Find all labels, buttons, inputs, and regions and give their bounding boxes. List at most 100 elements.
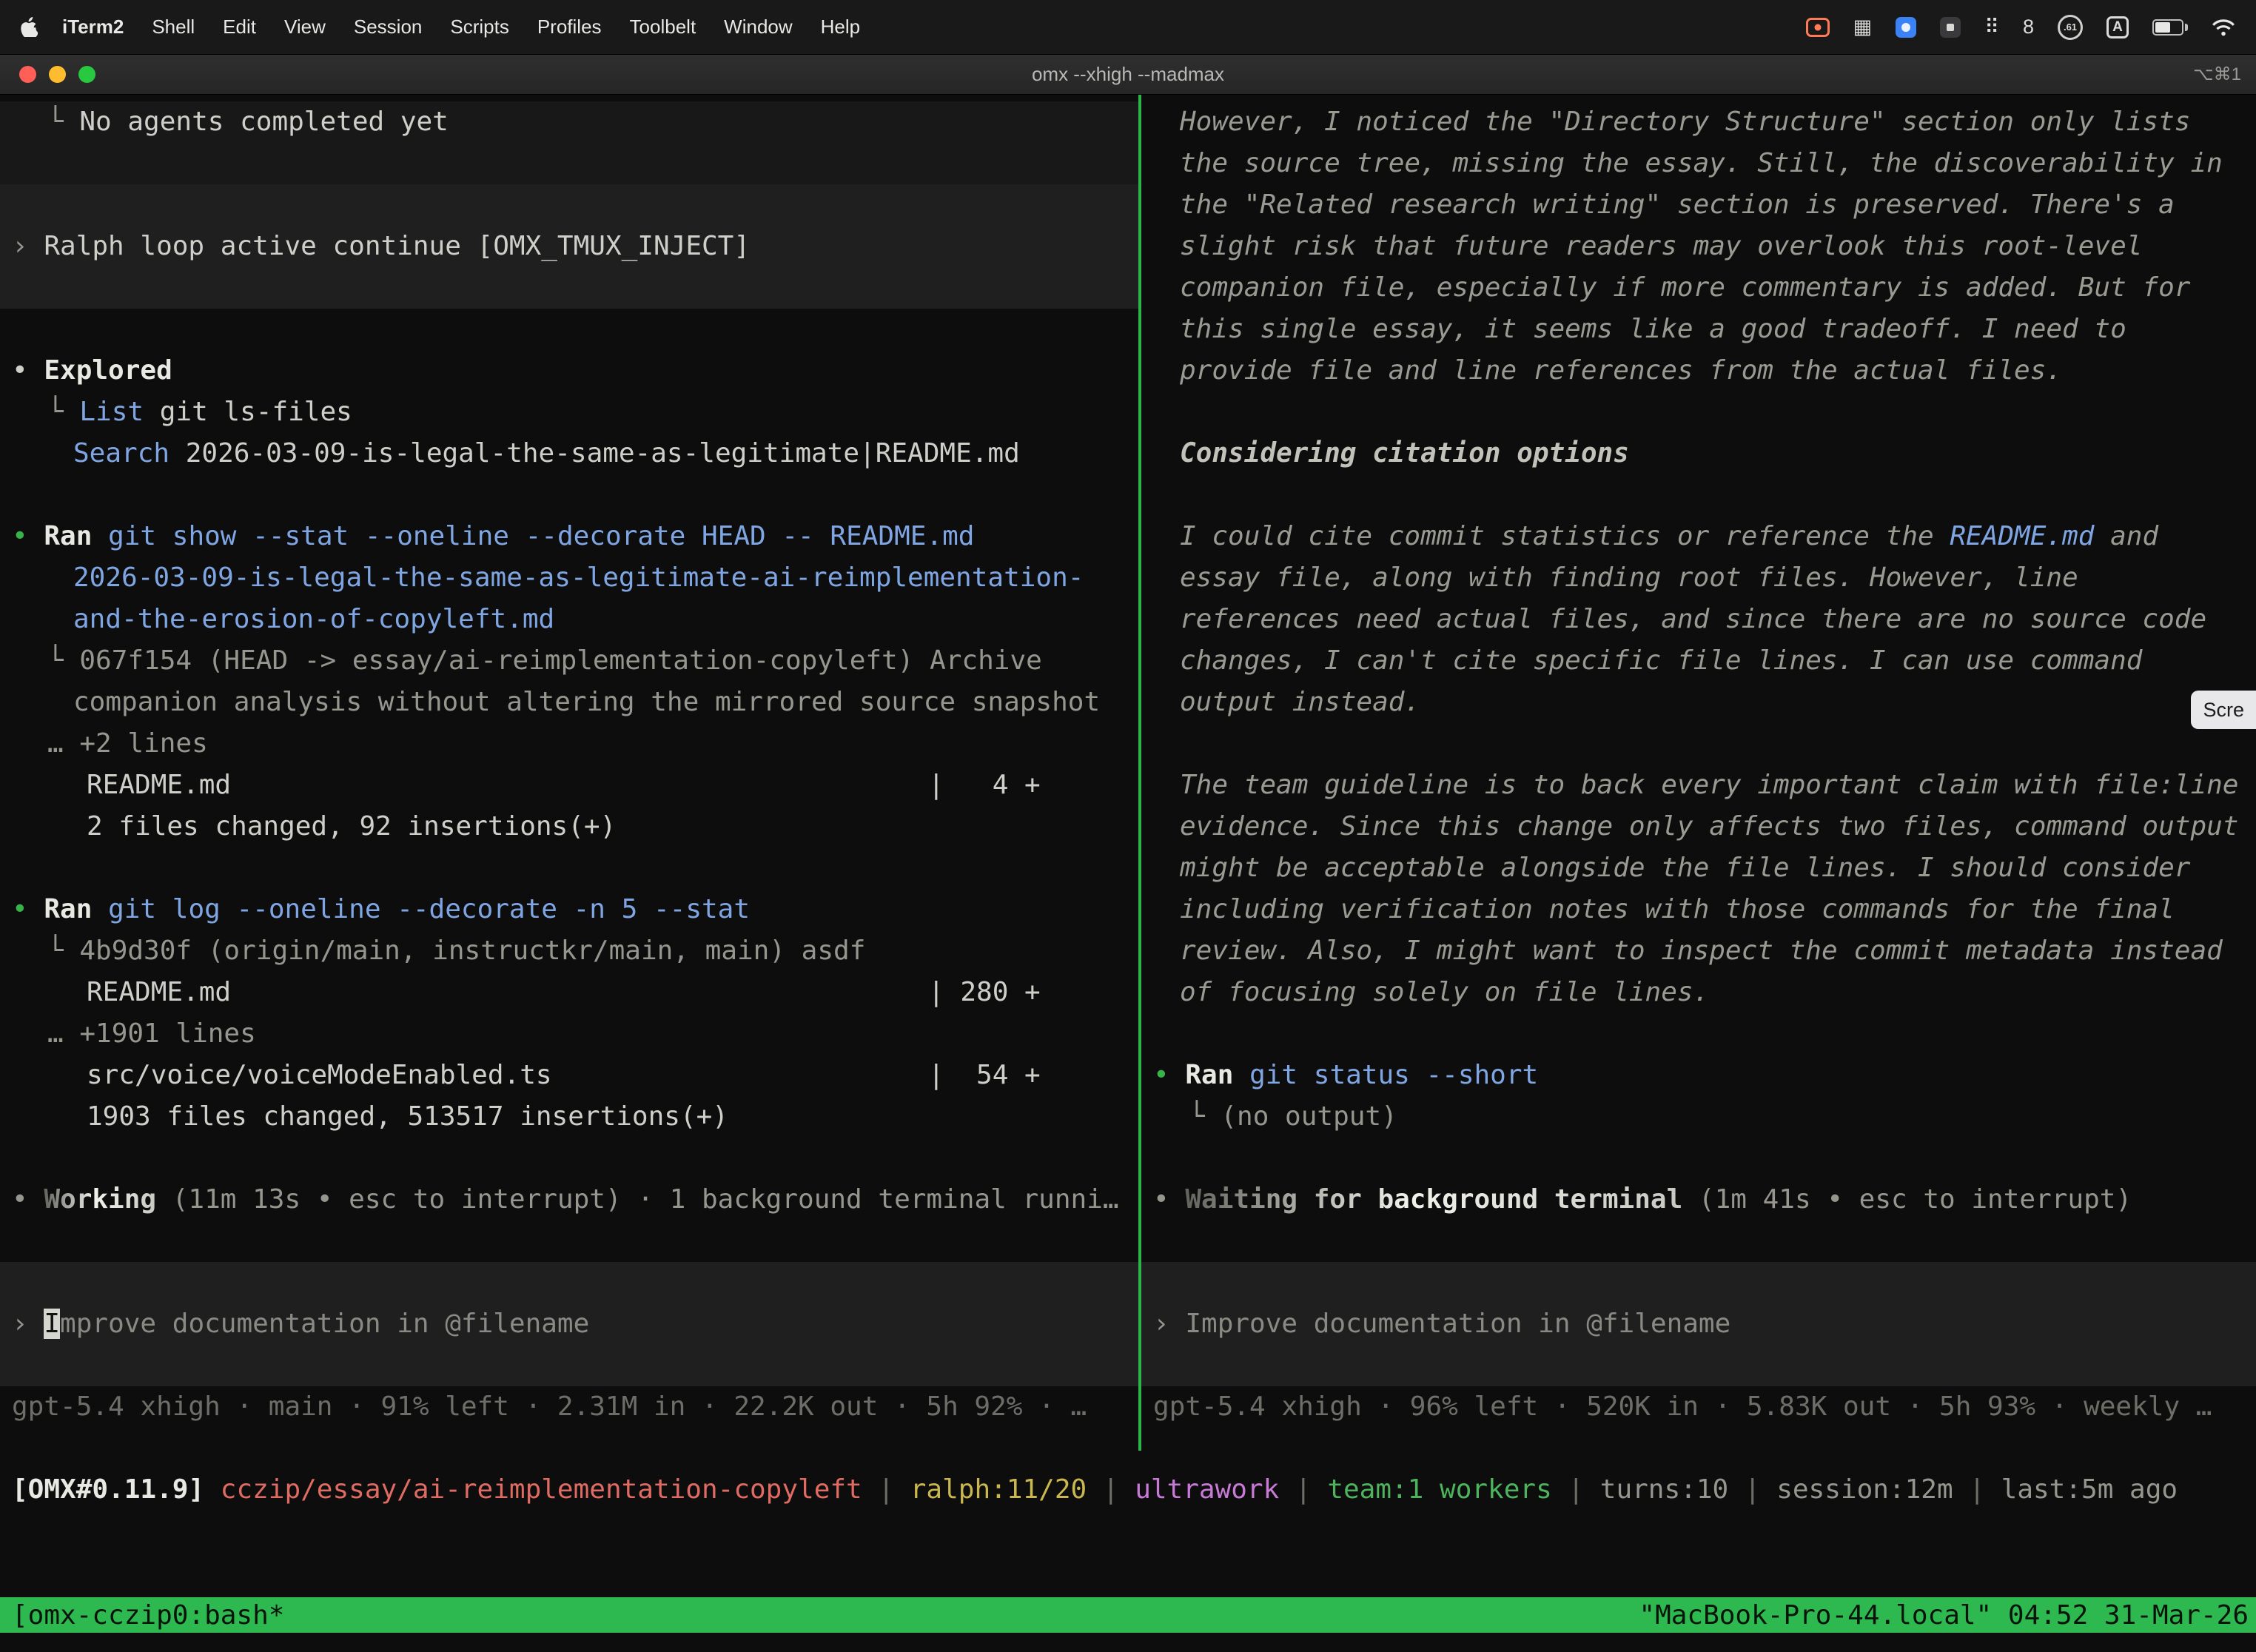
menu-item[interactable]: Scripts bbox=[436, 16, 523, 38]
window-title-bar[interactable]: omx --xhigh --madmax ⌥⌘1 bbox=[0, 55, 2256, 95]
input-source-icon[interactable]: A bbox=[2106, 16, 2129, 38]
minimize-window-button[interactable] bbox=[49, 66, 66, 83]
menu-bar-extras: ▦ ⠿ 8 .61 A bbox=[1806, 15, 2235, 40]
terminal-line: provide file and line references from th… bbox=[1141, 350, 2256, 392]
model-status-line: gpt-5.4 xhigh · main · 91% left · 2.31M … bbox=[0, 1386, 1138, 1428]
prompt-input[interactable]: › Improve documentation in @filename bbox=[1141, 1303, 2256, 1345]
terminal-line: • Explored bbox=[0, 350, 1138, 392]
tab-shortcut-label: ⌥⌘1 bbox=[2193, 64, 2241, 85]
omx-session-status: [OMX#0.11.9] cczip/essay/ai-reimplementa… bbox=[0, 1469, 2256, 1511]
terminal-line: I could cite commit statistics or refere… bbox=[1141, 516, 2256, 557]
terminal-line bbox=[1141, 1013, 2256, 1055]
tmux-panes: └ No agents completed yet › Ralph loop ac… bbox=[0, 95, 2256, 1451]
terminal-line: essay file, along with finding root file… bbox=[1141, 557, 2256, 599]
terminal-line bbox=[0, 267, 1138, 309]
battery-percent-icon[interactable]: .61 bbox=[2058, 15, 2083, 40]
tmux-session-label: [omx-cczip0:bash* bbox=[12, 1600, 284, 1631]
terminal-line: companion analysis without altering the … bbox=[0, 682, 1138, 723]
terminal-window: └ No agents completed yet › Ralph loop ac… bbox=[0, 95, 2256, 1652]
terminal-line bbox=[0, 1262, 1138, 1303]
menu-items: ShellEditViewSessionScriptsProfilesToolb… bbox=[138, 16, 874, 38]
terminal-line: • Ran git status --short bbox=[1141, 1055, 2256, 1096]
terminal-line: the "Related research writing" section i… bbox=[1141, 184, 2256, 226]
terminal-line bbox=[1141, 1138, 2256, 1179]
terminal-line: slight risk that future readers may over… bbox=[1141, 226, 2256, 267]
terminal-line bbox=[0, 1220, 1138, 1262]
terminal-line: review. Also, I might want to inspect th… bbox=[1141, 930, 2256, 972]
terminal-line: └ 4b9d30f (origin/main, instructkr/main,… bbox=[0, 930, 1138, 972]
menu-bar-left: iTerm2 ShellEditViewSessionScriptsProfil… bbox=[21, 16, 874, 38]
menu-item[interactable]: Help bbox=[807, 16, 874, 38]
terminal-line: README.md| 4 + bbox=[0, 765, 1138, 806]
terminal-line bbox=[0, 1138, 1138, 1179]
terminal-line: 1903 files changed, 513517 insertions(+) bbox=[0, 1096, 1138, 1138]
menu-item[interactable]: Shell bbox=[138, 16, 209, 38]
menu-item[interactable]: Toolbelt bbox=[616, 16, 711, 38]
terminal-line: and-the-erosion-of-copyleft.md bbox=[0, 599, 1138, 640]
terminal-line: However, I noticed the "Directory Struct… bbox=[1141, 101, 2256, 143]
ralph-inject-banner: › Ralph loop active continue [OMX_TMUX_I… bbox=[0, 226, 1138, 267]
terminal-line bbox=[0, 143, 1138, 184]
tmux-host-clock-label: "MacBook-Pro-44.local" 04:52 31-Mar-26 bbox=[1639, 1600, 2249, 1631]
omx-status-line: [OMX#0.11.9] cczip/essay/ai-reimplementa… bbox=[0, 1469, 2256, 1511]
terminal-line: Search 2026-03-09-is-legal-the-same-as-l… bbox=[0, 433, 1138, 474]
terminal-line: The team guideline is to back every impo… bbox=[1141, 765, 2256, 806]
terminal-line: including verification notes with those … bbox=[1141, 889, 2256, 930]
menu-item[interactable]: Profiles bbox=[523, 16, 616, 38]
prompt-input[interactable]: › Improve documentation in @filename bbox=[0, 1303, 1138, 1345]
terminal-line: companion file, especially if more comme… bbox=[1141, 267, 2256, 309]
wifi-icon[interactable] bbox=[2212, 19, 2235, 36]
terminal-line bbox=[0, 474, 1138, 516]
dots-grid-icon[interactable]: ⠿ bbox=[1984, 16, 1999, 38]
terminal-line: references need actual files, and since … bbox=[1141, 599, 2256, 640]
terminal-line: of focusing solely on file lines. bbox=[1141, 972, 2256, 1013]
screen-share-edge-button[interactable]: Scre bbox=[2191, 691, 2256, 729]
terminal-line: output instead. bbox=[1141, 682, 2256, 723]
terminal-line bbox=[0, 1345, 1138, 1386]
menu-item[interactable]: Window bbox=[710, 16, 806, 38]
grid-app-icon[interactable]: ▦ bbox=[1853, 16, 1873, 38]
apple-menu-icon[interactable] bbox=[21, 17, 38, 37]
terminal-line: 2026-03-09-is-legal-the-same-as-legitima… bbox=[0, 557, 1138, 599]
screen-recording-indicator-icon[interactable] bbox=[1806, 18, 1830, 37]
window-controls bbox=[19, 66, 95, 83]
reasoning-heading: Considering citation options bbox=[1141, 433, 2256, 474]
menu-item[interactable]: Edit bbox=[209, 16, 270, 38]
terminal-line: README.md| 280 + bbox=[0, 972, 1138, 1013]
terminal-line bbox=[0, 309, 1138, 350]
terminal-line: this single essay, it seems like a good … bbox=[1141, 309, 2256, 350]
terminal-line: might be acceptable alongside the file l… bbox=[1141, 847, 2256, 889]
left-terminal-pane[interactable]: └ No agents completed yet › Ralph loop ac… bbox=[0, 95, 1138, 1451]
terminal-line bbox=[1141, 392, 2256, 433]
menu-item[interactable]: View bbox=[270, 16, 340, 38]
menu-item-app[interactable]: iTerm2 bbox=[48, 16, 138, 38]
terminal-line: • Ran git log --oneline --decorate -n 5 … bbox=[0, 889, 1138, 930]
terminal-line: • Ran git show --stat --oneline --decora… bbox=[0, 516, 1138, 557]
zoom-window-button[interactable] bbox=[78, 66, 95, 83]
terminal-line bbox=[1141, 723, 2256, 765]
tmux-status-bar: [omx-cczip0:bash* "MacBook-Pro-44.local"… bbox=[0, 1597, 2256, 1633]
terminal-line bbox=[1141, 1262, 2256, 1303]
menu-item[interactable]: Session bbox=[340, 16, 437, 38]
close-window-button[interactable] bbox=[19, 66, 36, 83]
stats-menu-icon[interactable]: 8 bbox=[2023, 16, 2034, 38]
terminal-line: └ No agents completed yet bbox=[0, 101, 1138, 143]
terminal-line: └ (no output) bbox=[1141, 1096, 2256, 1138]
battery-icon[interactable] bbox=[2152, 19, 2188, 36]
model-status-line: gpt-5.4 xhigh · 96% left · 520K in · 5.8… bbox=[1141, 1386, 2256, 1428]
terminal-line: • Working (11m 13s • esc to interrupt) ·… bbox=[0, 1179, 1138, 1220]
window-title: omx --xhigh --madmax bbox=[1032, 63, 1224, 86]
terminal-line: └ 067f154 (HEAD -> essay/ai-reimplementa… bbox=[0, 640, 1138, 682]
dark-app-icon[interactable] bbox=[1940, 17, 1961, 38]
terminal-line: • Waiting for background terminal (1m 41… bbox=[1141, 1179, 2256, 1220]
terminal-line bbox=[0, 184, 1138, 226]
right-terminal-pane[interactable]: However, I noticed the "Directory Struct… bbox=[1141, 95, 2256, 1451]
terminal-line bbox=[1141, 1220, 2256, 1262]
terminal-line bbox=[1141, 1345, 2256, 1386]
terminal-line: └ List git ls-files bbox=[0, 392, 1138, 433]
blue-app-icon[interactable] bbox=[1896, 17, 1916, 38]
terminal-line: changes, I can't cite specific file line… bbox=[1141, 640, 2256, 682]
terminal-line: evidence. Since this change only affects… bbox=[1141, 806, 2256, 847]
menu-bar: iTerm2 ShellEditViewSessionScriptsProfil… bbox=[0, 0, 2256, 55]
terminal-line: 2 files changed, 92 insertions(+) bbox=[0, 806, 1138, 847]
